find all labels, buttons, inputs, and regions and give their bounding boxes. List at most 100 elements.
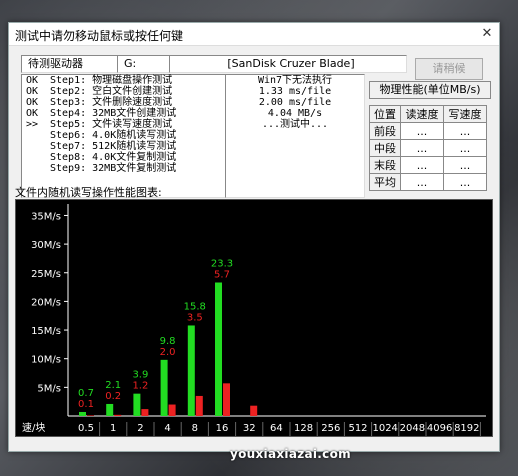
chart-svg: 35M/s 30M/s 25M/s 20M/s 15M/s 10M/s 5M/s 速/块 0.5… (22, 204, 486, 436)
perf-write: ... (443, 139, 487, 157)
result-row: 1.33 ms/file (258, 86, 332, 97)
step-label: Step8: 4.0K文件复制测试 (50, 152, 177, 163)
step-row: Step9: 32MB文件复制测试 (22, 163, 240, 174)
result-row: ...测试中... (261, 119, 329, 130)
device-name: [SanDisk Cruzer Blade] (169, 55, 407, 73)
drive-letter[interactable]: G: (117, 55, 175, 73)
read-bar (215, 282, 222, 416)
read-bar (160, 359, 168, 416)
data-label-write: 1.2 (132, 381, 148, 392)
watermark: youxiaxiazai.com (230, 447, 351, 461)
x-tick-label: 16 (216, 423, 229, 434)
result-row: 4.04 MB/s (267, 108, 323, 119)
perf-table: 位置 读速度 写速度 前段 ... ... 中段 ... ... 末段 ... … (369, 105, 487, 191)
read-bar (133, 393, 141, 416)
y-tick-label: 10M/s (31, 355, 61, 366)
perf-header-pos: 位置 (369, 105, 401, 123)
write-bar (168, 404, 176, 416)
data-label-read: 15.8 (184, 301, 206, 312)
write-bar (87, 415, 94, 416)
perf-read: ... (400, 156, 444, 174)
read-bar (79, 411, 86, 416)
x-tick-label: 1 (110, 423, 116, 434)
data-label-write: 0.1 (78, 399, 94, 410)
x-tick-label: 512 (348, 423, 367, 434)
y-tick-label: 20M/s (31, 297, 61, 308)
step-row: OK Step3: 文件删除速度测试 (22, 97, 240, 108)
x-tick-label: 4 (164, 423, 170, 434)
step-status: >> (26, 119, 39, 130)
data-label-write: 2.0 (160, 347, 176, 358)
perf-read: ... (400, 173, 444, 191)
step-label: Step4: 32MB文件创建测试 (50, 108, 177, 119)
result-list: Win7下无法执行 1.33 ms/file 2.00 ms/file 4.04 MB… (225, 74, 365, 198)
perf-row: 中段 ... ... (369, 139, 487, 157)
step-status: OK (26, 108, 39, 119)
write-bar (141, 409, 149, 416)
step-row: Step7: 512K随机读写测试 (22, 141, 240, 152)
data-label-write: 5.7 (214, 269, 230, 280)
title-bar[interactable]: 测试中请勿移动鼠标或按任何键 ✕ (9, 23, 499, 46)
perf-header-row: 位置 读速度 写速度 (369, 105, 487, 123)
perf-pos: 前段 (369, 122, 401, 140)
y-tick-label: 25M/s (31, 269, 61, 280)
x-tick-label: 64 (270, 423, 283, 434)
write-bar (195, 395, 203, 416)
perf-pos: 末段 (369, 156, 401, 174)
write-bar (223, 383, 230, 416)
step-status: OK (26, 86, 39, 97)
y-tick-label: 35M/s (31, 211, 61, 222)
x-tick-label: 128 (294, 423, 313, 434)
read-bar (187, 325, 195, 416)
y-tick-label: 15M/s (31, 326, 61, 337)
data-label-read: 3.9 (132, 370, 148, 381)
y-tick-label: 30M/s (31, 240, 61, 251)
step-label: Step5: 文件读写速度测试 (50, 119, 173, 130)
step-label: Step2: 空白文件创建测试 (50, 86, 173, 97)
perf-pos: 平均 (369, 173, 401, 191)
write-bar (114, 414, 122, 416)
step-row: Step8: 4.0K文件复制测试 (22, 152, 240, 163)
step-row: Step6: 4.0K随机读写测试 (22, 130, 240, 141)
result-row: 2.00 ms/file (258, 97, 332, 108)
y-tick-label: 5M/s (37, 383, 61, 394)
step-label: Step1: 物理磁盘操作测试 (50, 75, 173, 86)
perf-write: ... (443, 122, 487, 140)
perf-read: ... (400, 122, 444, 140)
x-tick-label: 0.5 (78, 423, 94, 434)
app-window: 测试中请勿移动鼠标或按任何键 ✕ 待测驱动器 G: [SanDisk Cruze… (8, 22, 500, 452)
perf-read: ... (400, 139, 444, 157)
step-rows: OK Step1: 物理磁盘操作测试 OK Step2: 空白文件创建测试 OK Step… (22, 75, 240, 174)
perf-row: 前段 ... ... (369, 122, 487, 140)
result-row: Win7下无法执行 (257, 75, 333, 86)
x-tick-label: 256 (321, 423, 340, 434)
step-row: >> Step5: 文件读写速度测试 (22, 119, 240, 130)
perf-write: ... (443, 173, 487, 191)
write-bar (250, 405, 258, 416)
data-label-read: 0.7 (78, 388, 94, 399)
read-bar (106, 403, 114, 416)
result-rows: Win7下无法执行 1.33 ms/file 2.00 ms/file 4.04 MB… (226, 75, 364, 130)
step-row: OK Step1: 物理磁盘操作测试 (22, 75, 240, 86)
step-row: OK Step4: 32MB文件创建测试 (22, 108, 240, 119)
x-tick-label: 2 (137, 423, 143, 434)
x-tick-label: 8192 (454, 423, 479, 434)
perf-header-read: 读速度 (400, 105, 444, 123)
close-icon[interactable]: ✕ (479, 26, 495, 42)
chart-label: 文件内随机读写操作性能图表: (15, 186, 162, 199)
perf-header-write: 写速度 (443, 105, 487, 123)
data-label-write: 0.2 (105, 391, 121, 402)
x-tick-label: 32 (243, 423, 256, 434)
step-label: Step9: 32MB文件复制测试 (50, 163, 177, 174)
data-label-read: 2.1 (105, 380, 121, 391)
perf-pos: 中段 (369, 139, 401, 157)
step-label: Step6: 4.0K随机读写测试 (50, 130, 177, 141)
step-row: OK Step2: 空白文件创建测试 (22, 86, 240, 97)
step-status: OK (26, 75, 39, 86)
perf-title: 物理性能(单位MB/s) (369, 81, 491, 99)
step-list: OK Step1: 物理磁盘操作测试 OK Step2: 空白文件创建测试 OK Step… (21, 74, 241, 198)
x-axis-label: 速/块 (22, 422, 45, 434)
perf-chart: 35M/s 30M/s 25M/s 20M/s 15M/s 10M/s 5M/s 速/块 0.5… (15, 199, 493, 437)
x-tick-label: 2048 (400, 423, 425, 434)
test-button[interactable]: 请稍候 (415, 58, 483, 80)
